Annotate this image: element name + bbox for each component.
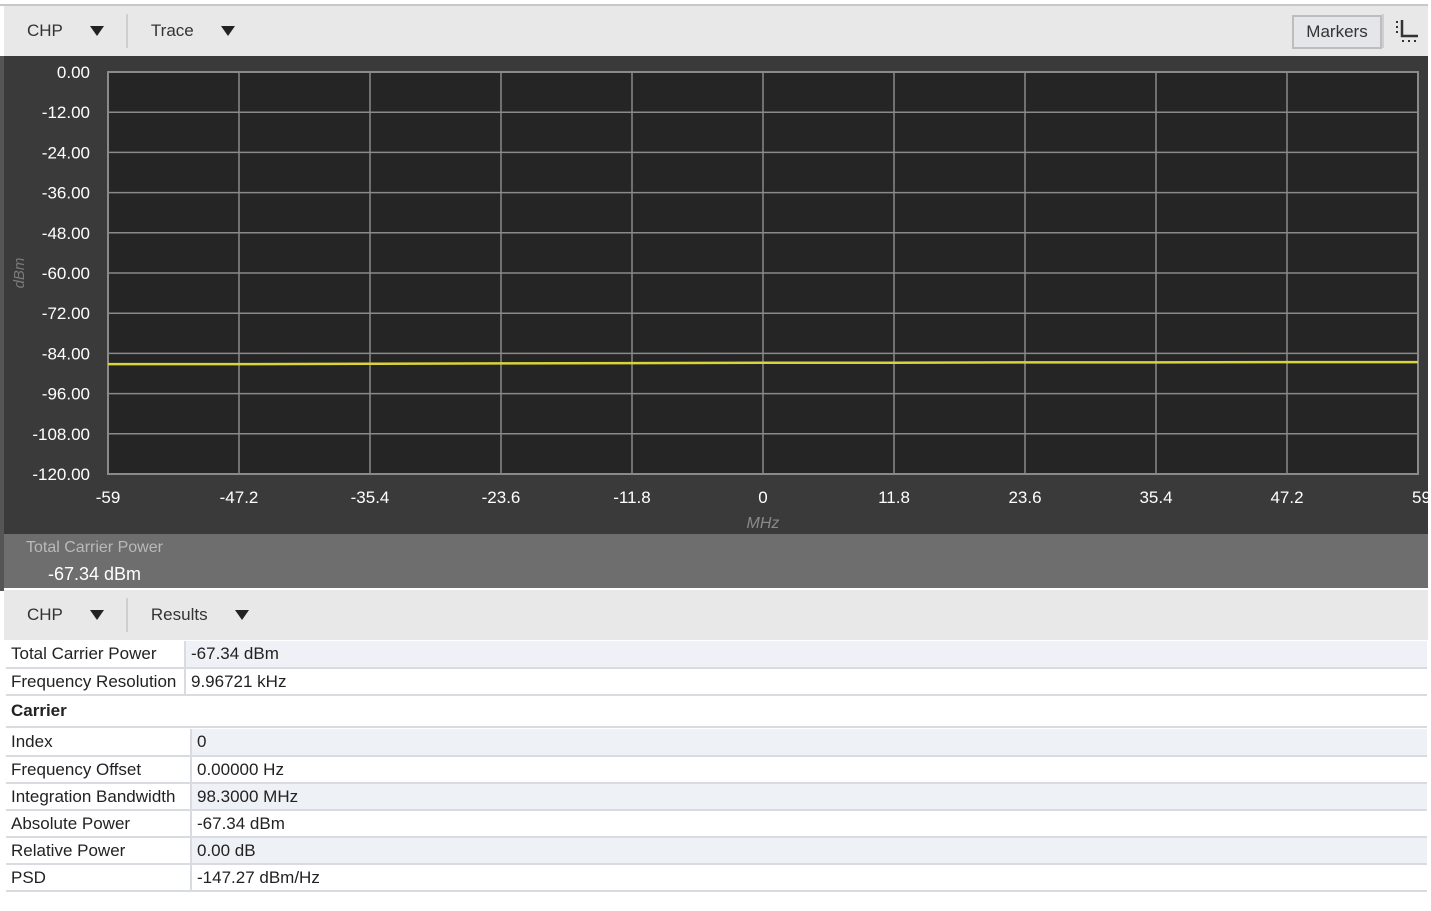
carrier-key: Frequency Offset <box>6 756 192 784</box>
summary-bar: Total Carrier Power -67.34 dBm <box>4 534 1428 588</box>
table-row: Frequency Resolution 9.96721 kHz <box>6 668 1427 696</box>
y-tick-label: -108.00 <box>32 425 90 444</box>
carrier-key: Absolute Power <box>6 810 192 838</box>
results-table: Total Carrier Power -67.34 dBm Frequency … <box>6 641 1427 728</box>
summary-value: -67.34 dBm <box>48 564 142 584</box>
table-row: Index 0 <box>6 729 1427 757</box>
table-row: Frequency Offset 0.00000 Hz <box>6 756 1427 784</box>
y-tick-label: -48.00 <box>42 224 90 243</box>
carrier-title: Carrier <box>6 695 1427 728</box>
chart-svg: 0.00 -12.00 -24.00 -36.00 -48.00 -60.00 -72.00… <box>11 63 1431 532</box>
table-row: Absolute Power -67.34 dBm <box>6 810 1427 838</box>
x-tick-label: -59 <box>96 488 121 507</box>
carrier-value: 0.00 dB <box>191 837 1427 865</box>
result-value: -67.34 dBm <box>185 641 1427 669</box>
measurement-dropdown[interactable]: CHP <box>4 605 104 625</box>
spectrum-chart: 0.00 -12.00 -24.00 -36.00 -48.00 -60.00 -72.00… <box>4 56 1431 534</box>
dropdown-arrow-icon <box>220 26 235 36</box>
y-tick-label: -12.00 <box>42 103 90 122</box>
measurement-dropdown[interactable]: CHP <box>4 21 104 41</box>
carrier-value: 98.3000 MHz <box>191 783 1427 811</box>
result-value: 9.96721 kHz <box>185 668 1427 696</box>
y-tick-label: -84.00 <box>42 344 90 363</box>
dropdown-arrow-icon <box>89 26 104 36</box>
y-tick-label: -72.00 <box>42 304 90 323</box>
measurement-label: CHP <box>27 21 63 40</box>
carrier-value: -67.34 dBm <box>191 810 1427 838</box>
view-dropdown[interactable]: Results <box>128 605 249 625</box>
carrier-key: Relative Power <box>6 837 192 865</box>
y-tick-label: -60.00 <box>42 264 90 283</box>
x-tick-label: 47.2 <box>1270 488 1303 507</box>
dropdown-arrow-icon <box>89 610 104 620</box>
carrier-key: PSD <box>6 864 192 892</box>
trace-toolbar: CHP Trace Markers <box>4 6 1428 56</box>
result-key: Frequency Resolution <box>6 668 186 696</box>
carrier-value: 0.00000 Hz <box>191 756 1427 784</box>
carrier-value: -147.27 dBm/Hz <box>191 864 1427 892</box>
carrier-key: Index <box>6 729 192 757</box>
axis-settings-icon[interactable] <box>1394 18 1420 44</box>
y-tick-label: -96.00 <box>42 385 90 404</box>
x-tick-label: 35.4 <box>1139 488 1172 507</box>
x-tick-label: 0 <box>758 488 767 507</box>
view-label: Results <box>150 605 208 624</box>
view-dropdown[interactable]: Trace <box>128 21 235 41</box>
carrier-key: Integration Bandwidth <box>6 783 192 811</box>
carrier-table: Index 0 Frequency Offset 0.00000 Hz Integrat… <box>6 729 1427 892</box>
x-tick-label: 11.8 <box>878 488 910 507</box>
y-tick-label: -120.00 <box>32 465 90 484</box>
table-row: PSD -147.27 dBm/Hz <box>6 864 1427 892</box>
x-tick-label: 23.6 <box>1008 488 1041 507</box>
divider <box>1382 14 1384 48</box>
section-header: Carrier <box>6 695 1427 728</box>
y-tick-label: -36.00 <box>42 184 90 203</box>
y-tick-label: -24.00 <box>42 143 90 162</box>
x-tick-label: -35.4 <box>351 488 390 507</box>
carrier-value: 0 <box>191 729 1427 757</box>
view-label: Trace <box>150 21 194 40</box>
summary-label: Total Carrier Power <box>26 539 163 556</box>
results-toolbar: CHP Results <box>4 590 1428 640</box>
markers-button[interactable]: Markers <box>1292 15 1382 49</box>
table-row: Integration Bandwidth 98.3000 MHz <box>6 783 1427 811</box>
table-row: Relative Power 0.00 dB <box>6 837 1427 865</box>
x-tick-label: 59 <box>1412 488 1428 507</box>
result-key: Total Carrier Power <box>6 641 186 669</box>
y-tick-label: 0.00 <box>57 63 90 82</box>
x-tick-label: -47.2 <box>220 488 259 507</box>
y-axis-label: dBm <box>11 258 28 289</box>
x-axis-label: MHz <box>747 515 780 532</box>
x-tick-label: -23.6 <box>482 488 521 507</box>
table-row: Total Carrier Power -67.34 dBm <box>6 641 1427 669</box>
x-tick-label: -11.8 <box>613 488 651 507</box>
measurement-label: CHP <box>27 605 63 624</box>
dropdown-arrow-icon <box>234 610 249 620</box>
